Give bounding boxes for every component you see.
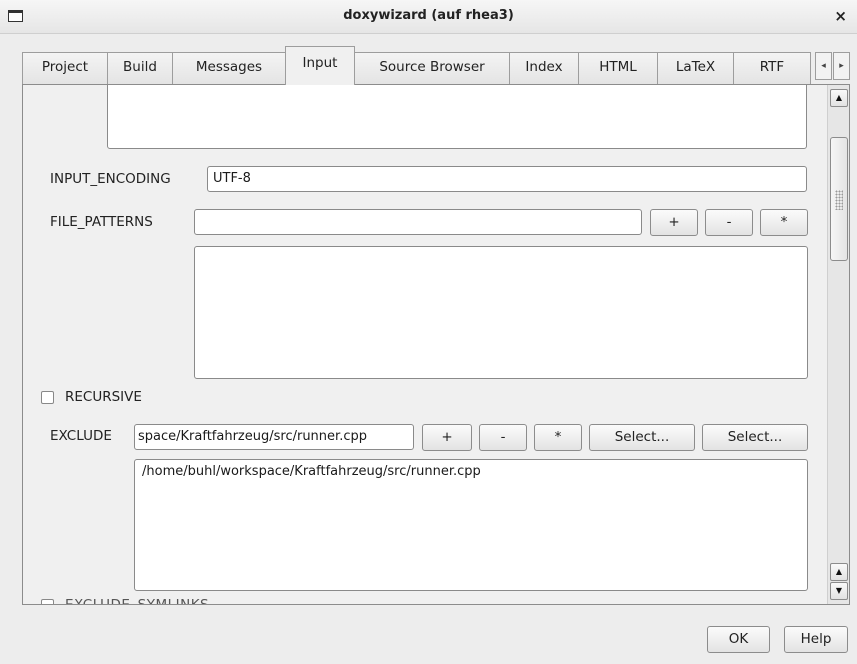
exclude-symlinks-label: EXCLUDE_SYMLINKS [65,597,210,605]
tab-build[interactable]: Build [107,52,173,84]
help-button[interactable]: Help [784,626,848,653]
input-list-box[interactable] [107,85,807,149]
close-icon[interactable]: × [834,7,847,25]
file-patterns-list[interactable] [194,246,808,379]
exclude-list[interactable]: /home/buhl/workspace/Kraftfahrzeug/src/r… [134,459,808,591]
input-settings-panel: INPUT_ENCODING UTF-8 FILE_PATTERNS + - *… [22,84,850,605]
file-patterns-remove-button[interactable]: - [705,209,753,236]
vertical-scrollbar[interactable]: ▲ ▲ ▼ [827,85,849,604]
file-patterns-label: FILE_PATTERNS [50,214,153,230]
exclude-select-file-button[interactable]: Select... [589,424,695,451]
tab-scroll-right-icon[interactable]: ▸ [833,52,850,80]
tab-scroll-left-icon[interactable]: ◂ [815,52,832,80]
tab-input[interactable]: Input [285,46,355,85]
tab-project[interactable]: Project [22,52,108,84]
window-title: doxywizard (auf rhea3) [343,8,514,23]
exclude-add-button[interactable]: + [422,424,472,451]
tab-html[interactable]: HTML [578,52,658,84]
scroll-up-icon[interactable]: ▲ [830,89,848,107]
input-encoding-label: INPUT_ENCODING [50,171,171,187]
scrollbar-thumb[interactable] [830,137,848,261]
recursive-label: RECURSIVE [65,389,142,405]
exclude-select-dir-button[interactable]: Select... [702,424,808,451]
file-patterns-edit-button[interactable]: * [760,209,808,236]
ok-button[interactable]: OK [707,626,770,653]
scroll-up-lower-icon[interactable]: ▲ [830,563,848,581]
tab-messages[interactable]: Messages [172,52,286,84]
tab-rtf[interactable]: RTF [733,52,811,84]
exclude-label: EXCLUDE [50,428,112,444]
exclude-remove-button[interactable]: - [479,424,527,451]
recursive-checkbox[interactable] [41,391,54,404]
tab-index[interactable]: Index [509,52,579,84]
exclude-edit-button[interactable]: * [534,424,582,451]
scroll-down-icon[interactable]: ▼ [830,582,848,600]
input-encoding-field[interactable]: UTF-8 [207,166,807,192]
file-patterns-add-button[interactable]: + [650,209,698,236]
tab-source-browser[interactable]: Source Browser [354,52,510,84]
grip-icon [835,190,843,210]
exclude-field[interactable]: space/Kraftfahrzeug/src/runner.cpp [134,424,414,450]
exclude-symlinks-checkbox[interactable] [41,599,54,604]
file-patterns-field[interactable] [194,209,642,235]
tab-latex[interactable]: LaTeX [657,52,734,84]
list-item[interactable]: /home/buhl/workspace/Kraftfahrzeug/src/r… [142,464,481,479]
